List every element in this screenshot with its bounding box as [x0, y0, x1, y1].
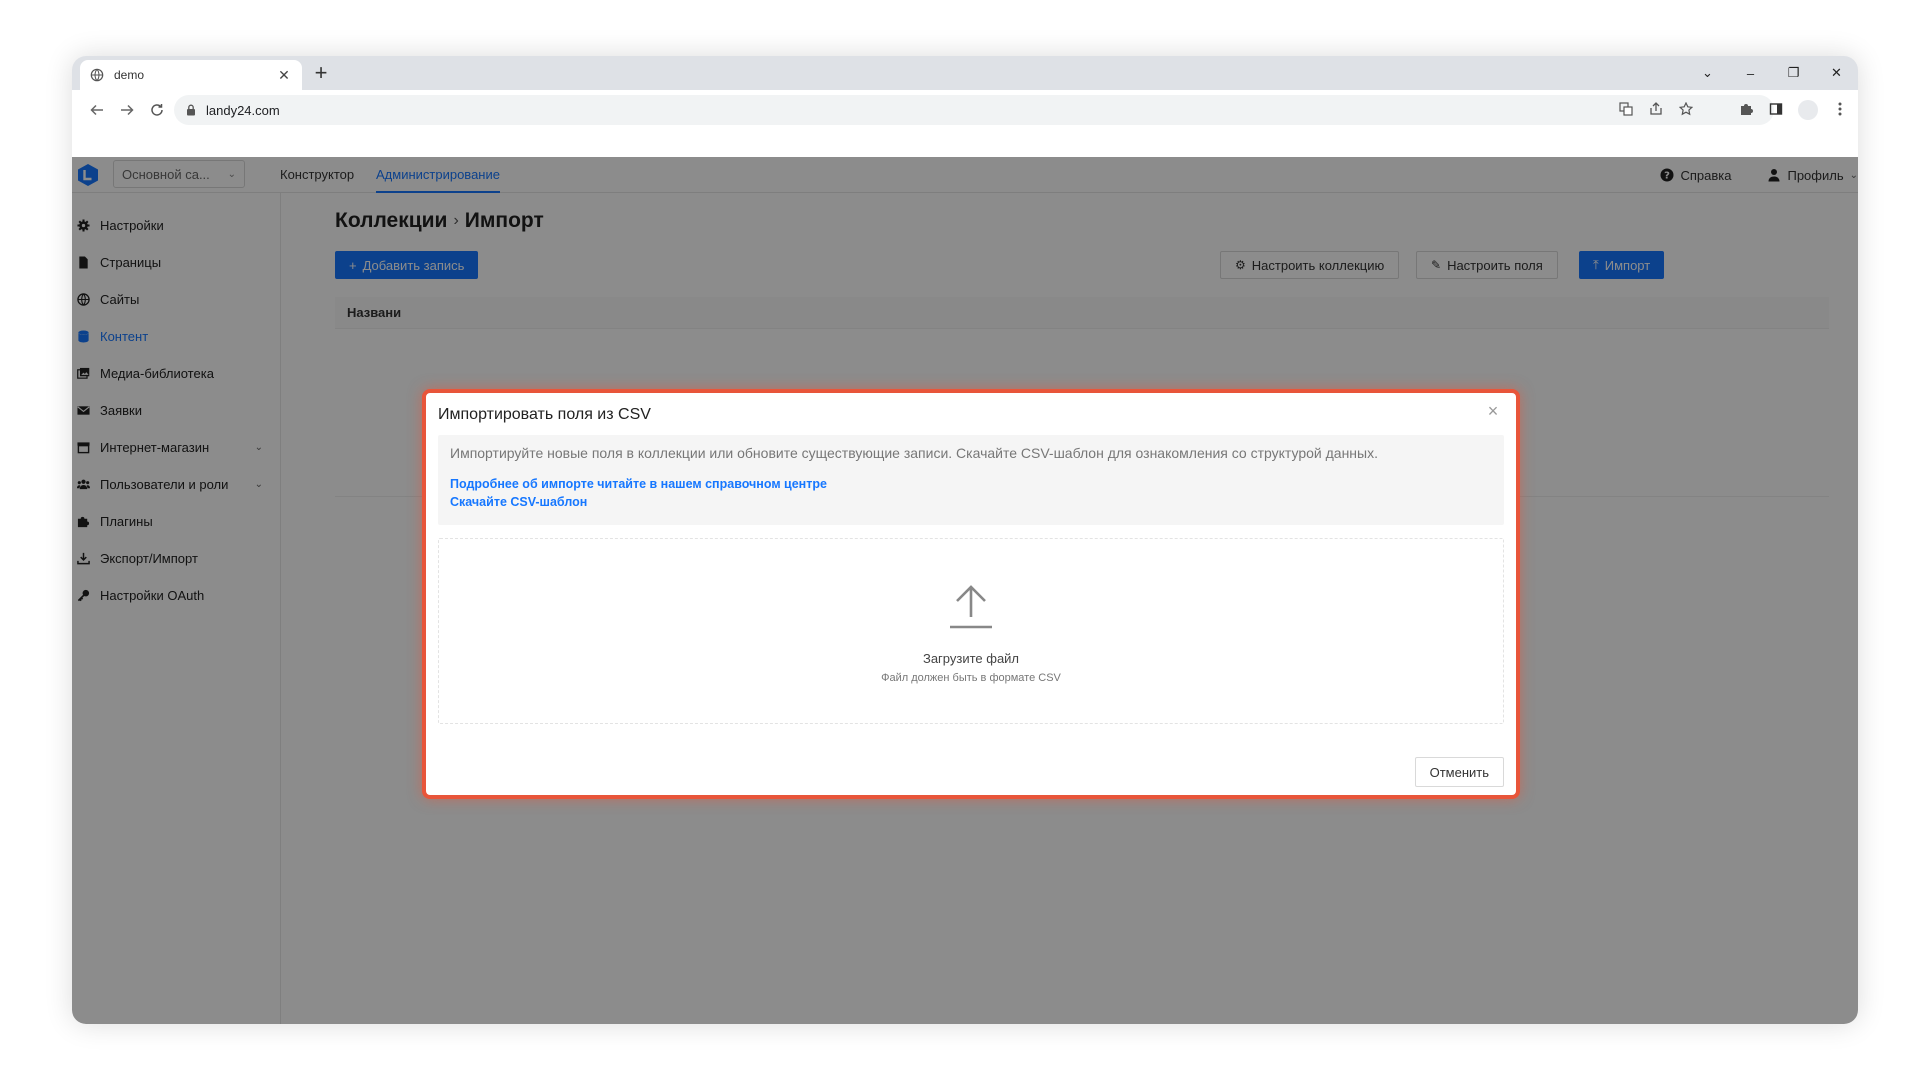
browser-toolbar: landy24.com — [72, 90, 1858, 130]
close-icon[interactable]: × — [1484, 401, 1502, 422]
file-dropzone[interactable]: Загрузите файл Файл должен быть в формат… — [438, 538, 1504, 724]
reload-button[interactable] — [142, 95, 172, 125]
lock-icon — [187, 104, 195, 116]
tab-search-icon[interactable]: ⌄ — [1686, 65, 1729, 81]
help-center-link[interactable]: Подробнее об импорте читайте в нашем спр… — [450, 477, 1492, 491]
omnibox-actions — [1618, 95, 1694, 125]
upload-hint: Файл должен быть в формате CSV — [881, 672, 1061, 684]
browser-window: demo ✕ + ⌄ – ❐ ✕ landy24.com Основной са… — [72, 56, 1858, 1024]
side-panel-icon[interactable] — [1768, 102, 1784, 119]
browser-extensions — [1738, 95, 1848, 125]
close-window-button[interactable]: ✕ — [1815, 65, 1858, 81]
upload-arrow-icon — [950, 585, 992, 629]
address-bar[interactable]: landy24.com — [174, 95, 1774, 125]
arrow-right-icon — [121, 104, 134, 116]
app-root: Основной са... ⌄ Конструктор Администрир… — [72, 157, 1858, 1024]
browser-profile-avatar[interactable] — [1798, 100, 1818, 120]
info-description: Импортируйте новые поля в коллекции или … — [450, 445, 1378, 461]
new-tab-button[interactable]: + — [308, 60, 334, 86]
tab-title: demo — [114, 68, 145, 82]
upload-title: Загрузите файл — [922, 651, 1020, 666]
modal-title: Импортировать поля из CSV — [438, 406, 651, 423]
browser-tab-strip: demo ✕ + ⌄ – ❐ ✕ — [72, 56, 1858, 90]
url-text: landy24.com — [206, 102, 280, 118]
arrow-left-icon — [90, 104, 103, 116]
window-controls: ⌄ – ❐ ✕ — [1686, 56, 1858, 90]
bookmark-star-icon[interactable] — [1678, 101, 1694, 119]
close-tab-icon[interactable]: ✕ — [276, 67, 292, 84]
globe-icon — [90, 68, 104, 82]
extensions-puzzle-icon[interactable] — [1738, 102, 1754, 119]
back-button[interactable] — [82, 95, 112, 125]
restore-button[interactable]: ❐ — [1772, 65, 1815, 81]
info-alert: Импортируйте новые поля в коллекции или … — [438, 435, 1504, 525]
minimize-button[interactable]: – — [1729, 66, 1772, 81]
import-csv-modal: Импортировать поля из CSV × Импортируйте… — [422, 389, 1520, 799]
translate-icon[interactable] — [1618, 101, 1634, 119]
share-icon[interactable] — [1648, 101, 1664, 119]
reload-icon — [151, 104, 163, 116]
modal-body: Импортировать поля из CSV × Импортируйте… — [426, 393, 1516, 795]
forward-button[interactable] — [112, 95, 142, 125]
kebab-menu-icon[interactable] — [1832, 102, 1848, 119]
download-template-link[interactable]: Скачайте CSV-шаблон — [450, 495, 1492, 509]
cancel-button[interactable]: Отменить — [1414, 757, 1504, 787]
browser-tab[interactable]: demo ✕ — [80, 60, 302, 90]
